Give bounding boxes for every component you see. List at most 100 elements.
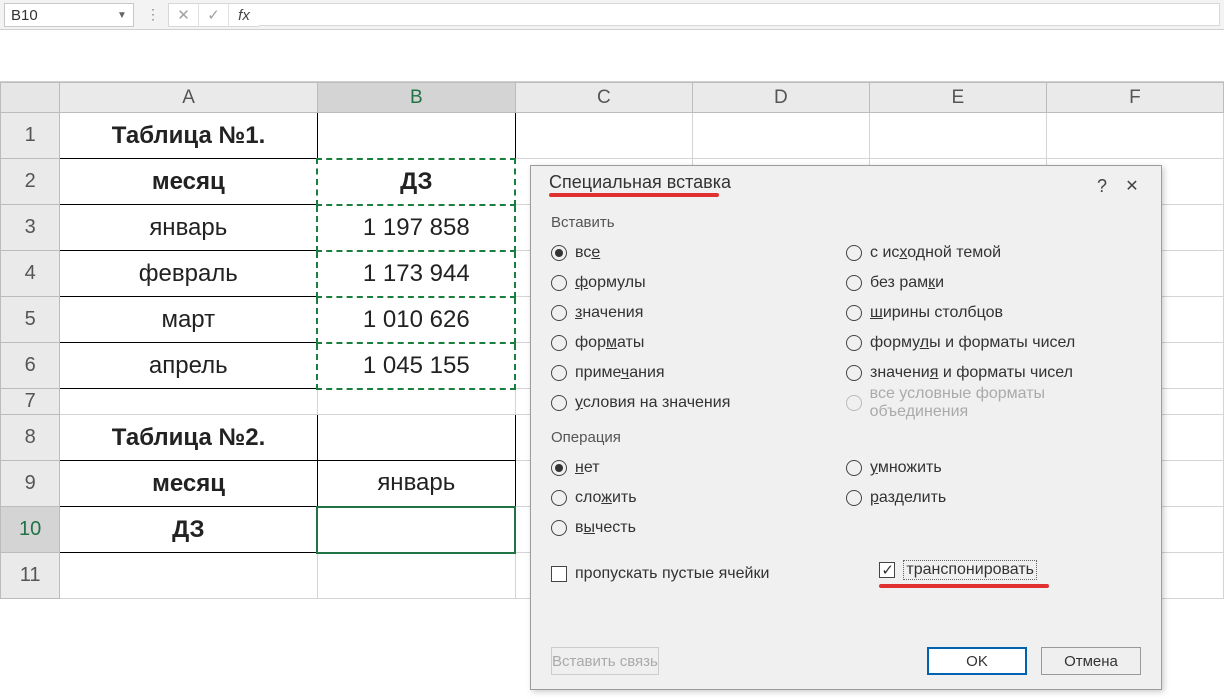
row-header-10[interactable]: 10 <box>1 507 60 553</box>
cell-A9[interactable]: месяц <box>60 461 317 507</box>
cell-B6[interactable]: 1 045 155 <box>317 343 515 389</box>
cell-A5[interactable]: март <box>60 297 317 343</box>
radio-icon <box>551 245 567 261</box>
radio-label: нет <box>575 459 600 477</box>
cell-A7[interactable] <box>60 389 317 415</box>
col-header-F[interactable]: F <box>1046 83 1223 113</box>
paste-radio-formulas[interactable]: формулы <box>551 271 846 295</box>
radio-icon <box>846 305 862 321</box>
cell-B8[interactable] <box>317 415 515 461</box>
paste-radio-colwidths[interactable]: ширины столбцов <box>846 301 1141 325</box>
paste-radio-noborder[interactable]: без рамки <box>846 271 1141 295</box>
cell-B9[interactable]: январь <box>317 461 515 507</box>
select-all-corner[interactable] <box>1 83 60 113</box>
radio-icon <box>846 245 862 261</box>
cell-A1[interactable]: Таблица №1. <box>60 113 317 159</box>
paste-radio-values[interactable]: значения <box>551 301 846 325</box>
cell-B2[interactable]: ДЗ <box>317 159 515 205</box>
cell-F1[interactable] <box>1046 113 1223 159</box>
op-radio-div[interactable]: разделить <box>846 486 1141 510</box>
cell-A2[interactable]: месяц <box>60 159 317 205</box>
radio-icon <box>551 520 567 536</box>
formula-buttons: ✕ ✓ fx <box>168 3 259 27</box>
paste-group-label: Вставить <box>551 214 1141 231</box>
paste-radio-theme[interactable]: с исходной темой <box>846 241 1141 265</box>
radio-label: вычесть <box>575 519 636 537</box>
row-header-6[interactable]: 6 <box>1 343 60 389</box>
row-header-8[interactable]: 8 <box>1 415 60 461</box>
cell-B1[interactable] <box>317 113 515 159</box>
paste-radio-values_num[interactable]: значения и форматы чисел <box>846 361 1141 385</box>
close-icon[interactable]: ✕ <box>1117 176 1147 196</box>
cell-B10[interactable] <box>317 507 515 553</box>
radio-icon <box>551 305 567 321</box>
cell-D1[interactable] <box>692 113 869 159</box>
cell-A8[interactable]: Таблица №2. <box>60 415 317 461</box>
radio-label: условия на значения <box>575 394 730 412</box>
radio-icon <box>551 460 567 476</box>
paste-radio-formats[interactable]: форматы <box>551 331 846 355</box>
cell-A10[interactable]: ДЗ <box>60 507 317 553</box>
paste-radio-comments[interactable]: примечания <box>551 361 846 385</box>
cell-B5[interactable]: 1 010 626 <box>317 297 515 343</box>
radio-icon <box>846 460 862 476</box>
op-radio-none[interactable]: нет <box>551 456 846 480</box>
radio-label: формулы <box>575 274 646 292</box>
radio-icon <box>846 365 862 381</box>
op-radio-add[interactable]: сложить <box>551 486 846 510</box>
cancel-icon: ✕ <box>169 3 199 27</box>
cell-B3[interactable]: 1 197 858 <box>317 205 515 251</box>
op-radio-sub[interactable]: вычесть <box>551 516 846 540</box>
cell-A6[interactable]: апрель <box>60 343 317 389</box>
op-radio-mul[interactable]: умножить <box>846 456 1141 480</box>
cell-B7[interactable] <box>317 389 515 415</box>
dialog-titlebar[interactable]: Специальная вставка ? ✕ <box>531 166 1161 206</box>
radio-label: значения и форматы чисел <box>870 364 1073 382</box>
col-header-B[interactable]: B <box>317 83 515 113</box>
cancel-button[interactable]: Отмена <box>1041 647 1141 675</box>
radio-icon <box>846 335 862 351</box>
chevron-down-icon[interactable]: ▼ <box>117 10 127 21</box>
radio-icon <box>846 490 862 506</box>
cell-A3[interactable]: январь <box>60 205 317 251</box>
cell-A4[interactable]: февраль <box>60 251 317 297</box>
fx-icon[interactable]: fx <box>229 3 259 27</box>
radio-label: все <box>575 244 600 262</box>
radio-label: форматы <box>575 334 644 352</box>
expand-formula-icon[interactable]: ⋮ <box>138 0 168 29</box>
cell-B11[interactable] <box>317 553 515 599</box>
row-header-11[interactable]: 11 <box>1 553 60 599</box>
paste-radio-validation[interactable]: условия на значения <box>551 391 846 415</box>
paste-radio-all[interactable]: все <box>551 241 846 265</box>
cell-C1[interactable] <box>515 113 692 159</box>
skip-blanks-checkbox[interactable]: пропускать пустые ячейки <box>551 560 769 588</box>
radio-label: умножить <box>870 459 942 477</box>
paste-radio-formulas_num[interactable]: формулы и форматы чисел <box>846 331 1141 355</box>
col-header-D[interactable]: D <box>692 83 869 113</box>
name-box-value: B10 <box>11 7 117 24</box>
radio-icon <box>551 275 567 291</box>
operation-group-label: Операция <box>551 429 1141 446</box>
cell-B4[interactable]: 1 173 944 <box>317 251 515 297</box>
cell-A11[interactable] <box>60 553 317 599</box>
row-header-2[interactable]: 2 <box>1 159 60 205</box>
col-header-A[interactable]: A <box>60 83 317 113</box>
col-header-E[interactable]: E <box>869 83 1046 113</box>
row-header-9[interactable]: 9 <box>1 461 60 507</box>
row-header-3[interactable]: 3 <box>1 205 60 251</box>
cell-E1[interactable] <box>869 113 1046 159</box>
radio-label: все условные форматы объединения <box>870 385 1141 421</box>
formula-bar-row: B10 ▼ ⋮ ✕ ✓ fx <box>0 0 1224 30</box>
radio-label: значения <box>575 304 643 322</box>
help-icon[interactable]: ? <box>1087 176 1117 197</box>
col-header-C[interactable]: C <box>515 83 692 113</box>
formula-input[interactable] <box>259 3 1220 26</box>
ribbon-blank <box>0 30 1224 82</box>
row-header-4[interactable]: 4 <box>1 251 60 297</box>
row-header-1[interactable]: 1 <box>1 113 60 159</box>
transpose-checkbox[interactable]: транспонировать <box>879 560 1049 580</box>
row-header-7[interactable]: 7 <box>1 389 60 415</box>
ok-button[interactable]: OK <box>927 647 1027 675</box>
name-box[interactable]: B10 ▼ <box>4 3 134 27</box>
row-header-5[interactable]: 5 <box>1 297 60 343</box>
